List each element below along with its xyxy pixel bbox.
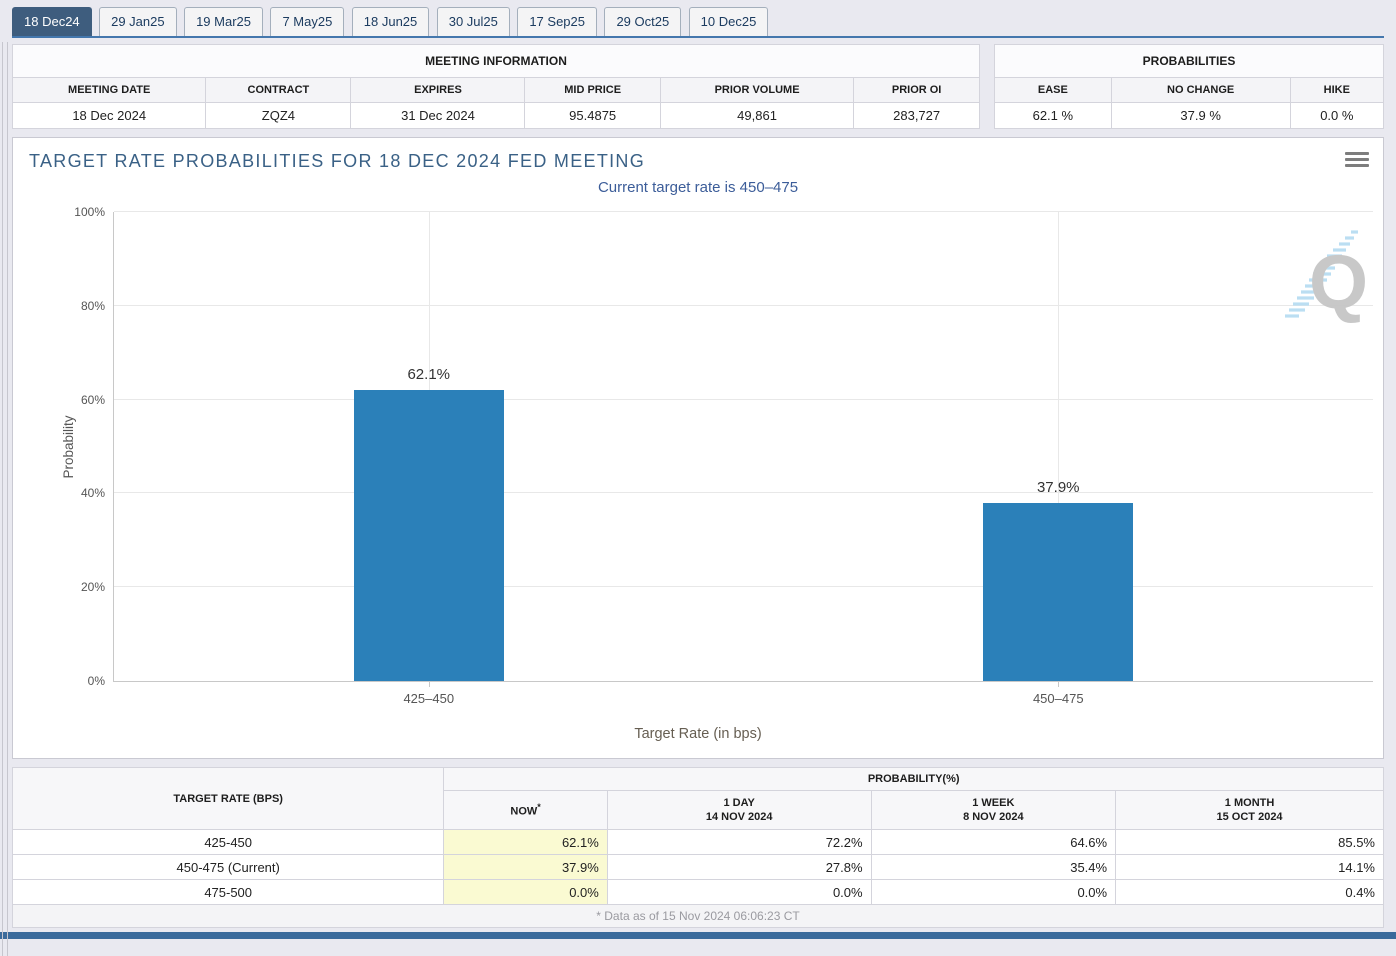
month-cell: 0.4%	[1116, 880, 1384, 905]
meeting-information-row: 18 Dec 2024 ZQZ4 31 Dec 2024 95.4875 49,…	[13, 103, 980, 129]
bar-450-475[interactable]	[983, 503, 1133, 681]
target-rate-probabilities-chart: TARGET RATE PROBABILITIES FOR 18 DEC 202…	[12, 137, 1384, 759]
prior-volume-value: 49,861	[660, 103, 853, 129]
day-cell: 27.8%	[607, 855, 871, 880]
y-tick-20: 20%	[57, 580, 105, 594]
y-tick-40: 40%	[57, 486, 105, 500]
y-tick-80: 80%	[57, 299, 105, 313]
ease-value: 62.1 %	[995, 103, 1112, 129]
no-change-value: 37.9 %	[1111, 103, 1290, 129]
prior-oi-value: 283,727	[854, 103, 980, 129]
rate-cell: 425-450	[13, 830, 444, 855]
gridline-80	[114, 305, 1373, 306]
tab-7-may25[interactable]: 7 May25	[270, 7, 344, 36]
col-1-month: 1 MONTH 15 OCT 2024	[1116, 791, 1384, 830]
day-cell: 72.2%	[607, 830, 871, 855]
bottom-accent-bar	[0, 932, 1396, 939]
tab-18-dec24[interactable]: 18 Dec24	[12, 7, 92, 36]
tab-29-oct25[interactable]: 29 Oct25	[604, 7, 681, 36]
meeting-information-table: MEETING INFORMATION MEETING DATE CONTRAC…	[12, 44, 980, 129]
meeting-information-title: MEETING INFORMATION	[13, 45, 980, 78]
tab-10-dec25[interactable]: 10 Dec25	[689, 7, 769, 36]
tab-18-jun25[interactable]: 18 Jun25	[352, 7, 430, 36]
bar-label-425-450: 62.1%	[354, 366, 504, 383]
y-tick-0: 0%	[57, 674, 105, 688]
y-axis-title: Probability	[61, 415, 76, 478]
month-cell: 14.1%	[1116, 855, 1384, 880]
category-label-425-450: 425–450	[344, 691, 514, 706]
week-cell: 64.6%	[871, 830, 1116, 855]
quikstrike-q-watermark-icon: Q	[1281, 224, 1369, 329]
x-axis-title: Target Rate (in bps)	[13, 726, 1383, 742]
gridline-20	[114, 586, 1373, 587]
probabilities-row: 62.1 % 37.9 % 0.0 %	[995, 103, 1384, 129]
plot-area: 0% 20% 40% 60% 80% 100%	[113, 212, 1373, 682]
probability-pct-header: PROBABILITY(%)	[444, 768, 1384, 791]
tab-17-sep25[interactable]: 17 Sep25	[517, 7, 597, 36]
col-ease: EASE	[995, 78, 1112, 103]
gridline-100	[114, 211, 1373, 212]
svg-text:Q: Q	[1309, 240, 1368, 324]
col-prior-oi: PRIOR OI	[854, 78, 980, 103]
bar-label-450-475: 37.9%	[983, 479, 1133, 496]
month-cell: 85.5%	[1116, 830, 1384, 855]
gridline-40	[114, 492, 1373, 493]
week-cell: 0.0%	[871, 880, 1116, 905]
bar-425-450[interactable]	[354, 390, 504, 681]
col-prior-volume: PRIOR VOLUME	[660, 78, 853, 103]
x-tick-cat1	[429, 681, 430, 687]
meeting-tab-bar: 18 Dec24 29 Jan25 19 Mar25 7 May25 18 Ju…	[12, 4, 1384, 38]
week-cell: 35.4%	[871, 855, 1116, 880]
tab-29-jan25[interactable]: 29 Jan25	[99, 7, 177, 36]
probability-history-table: TARGET RATE (BPS) PROBABILITY(%) NOW* 1 …	[12, 767, 1384, 928]
col-1-week: 1 WEEK 8 NOV 2024	[871, 791, 1116, 830]
table-row-425-450: 425-450 62.1% 72.2% 64.6% 85.5%	[13, 830, 1384, 855]
mid-price-value: 95.4875	[525, 103, 660, 129]
col-expires: EXPIRES	[351, 78, 525, 103]
tab-30-jul25[interactable]: 30 Jul25	[437, 7, 510, 36]
page-left-edge	[2, 42, 8, 956]
now-cell: 0.0%	[444, 880, 607, 905]
meeting-date-value: 18 Dec 2024	[13, 103, 206, 129]
category-label-450-475: 450–475	[973, 691, 1143, 706]
x-tick-cat2	[1058, 681, 1059, 687]
rate-cell: 475-500	[13, 880, 444, 905]
chart-title: TARGET RATE PROBABILITIES FOR 18 DEC 202…	[13, 138, 1383, 172]
y-tick-100: 100%	[57, 205, 105, 219]
hike-value: 0.0 %	[1290, 103, 1383, 129]
gridline-60	[114, 399, 1373, 400]
data-as-of-footnote: * Data as of 15 Nov 2024 06:06:23 CT	[13, 905, 1384, 928]
chart-export-menu-icon[interactable]	[1345, 152, 1369, 170]
fedwatch-page: 18 Dec24 29 Jan25 19 Mar25 7 May25 18 Ju…	[0, 0, 1396, 928]
probabilities-title: PROBABILITIES	[995, 45, 1384, 78]
chart-subtitle: Current target rate is 450–475	[13, 179, 1383, 196]
col-meeting-date: MEETING DATE	[13, 78, 206, 103]
expires-value: 31 Dec 2024	[351, 103, 525, 129]
col-now: NOW*	[444, 791, 607, 830]
contract-value: ZQZ4	[206, 103, 351, 129]
table-row-450-475-current: 450-475 (Current) 37.9% 27.8% 35.4% 14.1…	[13, 855, 1384, 880]
day-cell: 0.0%	[607, 880, 871, 905]
table-row-475-500: 475-500 0.0% 0.0% 0.0% 0.4%	[13, 880, 1384, 905]
col-no-change: NO CHANGE	[1111, 78, 1290, 103]
rate-cell: 450-475 (Current)	[13, 855, 444, 880]
col-hike: HIKE	[1290, 78, 1383, 103]
summary-tables-row: MEETING INFORMATION MEETING DATE CONTRAC…	[12, 44, 1384, 129]
tab-19-mar25[interactable]: 19 Mar25	[184, 7, 263, 36]
y-tick-60: 60%	[57, 393, 105, 407]
now-cell: 62.1%	[444, 830, 607, 855]
now-cell: 37.9%	[444, 855, 607, 880]
col-contract: CONTRACT	[206, 78, 351, 103]
probabilities-table: PROBABILITIES EASE NO CHANGE HIKE 62.1 %…	[994, 44, 1384, 129]
target-rate-bps-header: TARGET RATE (BPS)	[13, 768, 444, 830]
col-1-day: 1 DAY 14 NOV 2024	[607, 791, 871, 830]
col-mid-price: MID PRICE	[525, 78, 660, 103]
